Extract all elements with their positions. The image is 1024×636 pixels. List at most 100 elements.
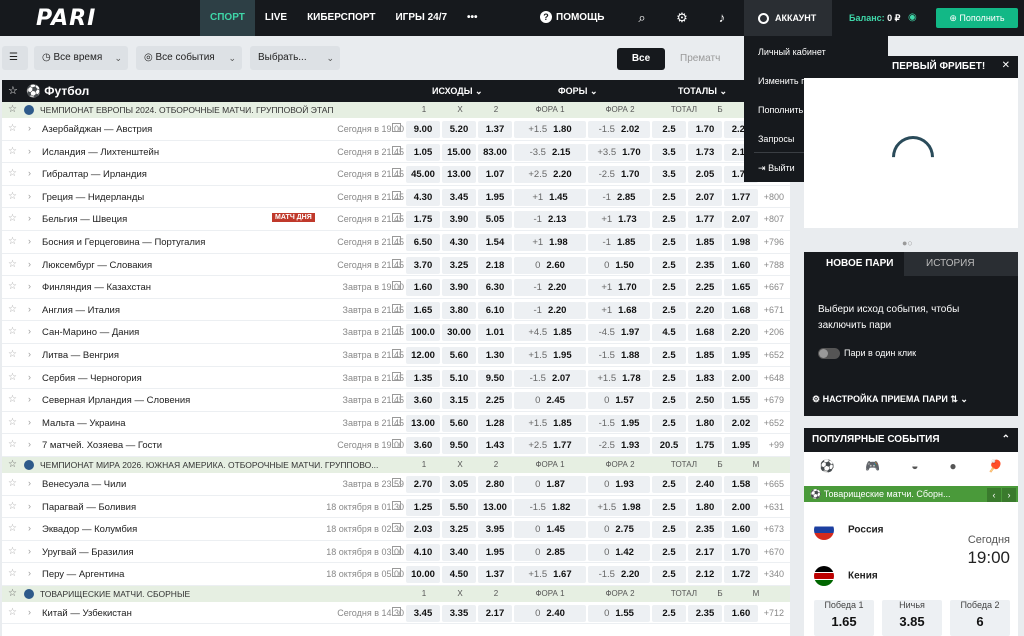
- odds-cell[interactable]: 2.5: [652, 256, 686, 274]
- star-icon[interactable]: ☆: [8, 104, 17, 115]
- odds-cell[interactable]: +1.5 1.80: [514, 121, 586, 138]
- tennis-icon[interactable]: ◒: [911, 459, 918, 473]
- more-markets[interactable]: +670: [764, 547, 784, 557]
- match-teams[interactable]: Люксембург — Словакия: [42, 260, 152, 271]
- odds-cell[interactable]: 1.60: [724, 604, 758, 622]
- odds-cell[interactable]: 2.5: [652, 566, 686, 584]
- table-row[interactable]: ☆ › Перу — Аргентина 18 октября в 05:00 10.0…: [2, 563, 790, 586]
- table-row[interactable]: ☆ › Босния и Герцеговина — Португалия Сегод…: [2, 231, 790, 254]
- table-row[interactable]: ☆ › Греция — Нидерланды Сегодня в 21:45 4.30…: [2, 186, 790, 209]
- odds-cell[interactable]: -1.5 1.95: [588, 414, 650, 432]
- odds-cell[interactable]: 1.77: [688, 211, 722, 229]
- odds-cell[interactable]: 0 1.42: [588, 543, 650, 561]
- odds-cell[interactable]: 1.58: [724, 475, 758, 493]
- menu-logout[interactable]: ⇥ Выйти: [758, 163, 795, 174]
- odds-cell[interactable]: +2.5 2.20: [514, 166, 586, 184]
- league-header[interactable]: ☆ ТОВАРИЩЕСКИЕ МАТЧИ. СБОРНЫЕ 1 X 2 ФОРА 1 ФОР…: [2, 585, 790, 602]
- odds-cell[interactable]: 3.45: [406, 604, 440, 622]
- table-row[interactable]: ☆ › 7 матчей. Хозяева — Гости Сегодня в 19:…: [2, 434, 790, 457]
- odds-cell[interactable]: 5.10: [442, 369, 476, 387]
- stats-icon[interactable]: [392, 145, 401, 155]
- menu-requests[interactable]: Запросы: [758, 134, 794, 144]
- odds-cell[interactable]: 3.45: [442, 188, 476, 206]
- odds-cell[interactable]: 4.50: [442, 566, 476, 584]
- stats-icon[interactable]: [392, 258, 401, 268]
- more-markets[interactable]: +631: [764, 502, 784, 512]
- odds-cell[interactable]: +1.5 1.78: [588, 369, 650, 387]
- odds-cell[interactable]: 5.20: [442, 121, 476, 138]
- odds-cell[interactable]: +1.5 1.85: [514, 414, 586, 432]
- odds-cell[interactable]: +4.5 1.85: [514, 324, 586, 342]
- odds-cell[interactable]: 2.12: [688, 566, 722, 584]
- odds-cell[interactable]: 100.0: [406, 324, 440, 342]
- odds-cell[interactable]: +1.5 1.95: [514, 346, 586, 364]
- star-icon[interactable]: ☆: [8, 168, 17, 179]
- nav-sport[interactable]: СПОРТ: [200, 0, 255, 36]
- odds-cell[interactable]: 83.00: [478, 143, 512, 161]
- star-icon[interactable]: ☆: [8, 191, 17, 202]
- more-markets[interactable]: +788: [764, 260, 784, 270]
- odds-cell[interactable]: -1 2.20: [514, 279, 586, 297]
- odds-cell[interactable]: 2.70: [406, 475, 440, 493]
- odds-cell[interactable]: 2.35: [688, 521, 722, 539]
- odds-cell[interactable]: 1.37: [478, 566, 512, 584]
- star-icon[interactable]: ☆: [8, 588, 17, 599]
- odds-cell[interactable]: 3.60: [406, 392, 440, 410]
- table-row[interactable]: ☆ › Эквадор — Колумбия 18 октября в 02:30 2.…: [2, 518, 790, 541]
- more-markets[interactable]: +679: [764, 395, 784, 405]
- odds-cell[interactable]: +1 1.45: [514, 188, 586, 206]
- hide-balance-icon[interactable]: ◉: [908, 12, 917, 23]
- odds-cell[interactable]: 12.00: [406, 346, 440, 364]
- odds-cell[interactable]: 2.03: [406, 521, 440, 539]
- odds-cell[interactable]: -1.5 1.82: [514, 498, 586, 516]
- odds-cell[interactable]: +1 1.70: [588, 279, 650, 297]
- odds-cell[interactable]: 1.07: [478, 166, 512, 184]
- bet-settings[interactable]: ⚙ НАСТРОЙКА ПРИЕМА ПАРИ ⇅ ⌄: [812, 394, 968, 405]
- odds-cell[interactable]: 1.60: [724, 521, 758, 539]
- table-row[interactable]: ☆ › Китай — Узбекистан Сегодня в 14:30 3.45 3…: [2, 602, 790, 625]
- match-teams[interactable]: Венесуэла — Чили: [42, 479, 126, 490]
- odds-cell[interactable]: 1.80: [688, 498, 722, 516]
- odds-cell[interactable]: -1 1.85: [588, 233, 650, 251]
- match-teams[interactable]: 7 матчей. Хозяева — Гости: [42, 440, 162, 451]
- next-icon[interactable]: ›: [1002, 488, 1016, 502]
- odds-cell[interactable]: 2.5: [652, 498, 686, 516]
- odds-cell[interactable]: 3.95: [478, 521, 512, 539]
- odds-cell[interactable]: 1.30: [478, 346, 512, 364]
- star-icon[interactable]: ☆: [8, 123, 17, 134]
- one-click-toggle[interactable]: [818, 348, 840, 359]
- table-row[interactable]: ☆ › Сербия — Черногория Завтра в 21:45 1.35 5…: [2, 367, 790, 390]
- stats-icon[interactable]: [392, 477, 401, 487]
- match-teams[interactable]: Парагвай — Боливия: [42, 502, 136, 513]
- odds-cell[interactable]: 2.5: [652, 521, 686, 539]
- odds-cell[interactable]: 15.00: [442, 143, 476, 161]
- odds-cell[interactable]: 2.5: [652, 233, 686, 251]
- odds-cell[interactable]: 0 1.87: [514, 475, 586, 493]
- more-markets[interactable]: +673: [764, 524, 784, 534]
- odds-cell[interactable]: 3.35: [442, 604, 476, 622]
- odds-cell[interactable]: 2.5: [652, 392, 686, 410]
- table-row[interactable]: ☆ › Англия — Италия Завтра в 21:45 1.65 3.80 6…: [2, 299, 790, 322]
- odds-cell[interactable]: -1.5 1.88: [588, 346, 650, 364]
- more-markets[interactable]: +712: [764, 608, 784, 618]
- table-row[interactable]: ☆ › Венесуэла — Чили Завтра в 23:59 2.70 3.05…: [2, 473, 790, 496]
- odds-cell[interactable]: 1.35: [406, 369, 440, 387]
- group-handicaps[interactable]: ФОРЫ ⌄: [558, 86, 598, 97]
- star-icon[interactable]: ☆: [8, 349, 17, 360]
- account-button[interactable]: АККАУНТ: [744, 0, 832, 36]
- match-teams[interactable]: Эквадор — Колумбия: [42, 524, 137, 535]
- odds-cell[interactable]: +3.5 1.70: [588, 143, 650, 161]
- stats-icon[interactable]: [392, 235, 401, 245]
- odds-cell[interactable]: -1 2.13: [514, 211, 586, 229]
- odds-cell[interactable]: 1.55: [724, 392, 758, 410]
- stats-icon[interactable]: [392, 416, 401, 426]
- odds-cell[interactable]: 3.25: [442, 256, 476, 274]
- odds-cell[interactable]: 1.75: [688, 437, 722, 455]
- stats-icon[interactable]: [392, 371, 401, 381]
- odds-cell[interactable]: 0 2.85: [514, 543, 586, 561]
- stats-icon[interactable]: [392, 281, 401, 291]
- odds-cell[interactable]: 1.60: [406, 279, 440, 297]
- filter-settings-icon[interactable]: ☰: [2, 46, 28, 70]
- odds-cell[interactable]: -1.5 2.02: [588, 121, 650, 138]
- odds-cell[interactable]: 1.98: [724, 233, 758, 251]
